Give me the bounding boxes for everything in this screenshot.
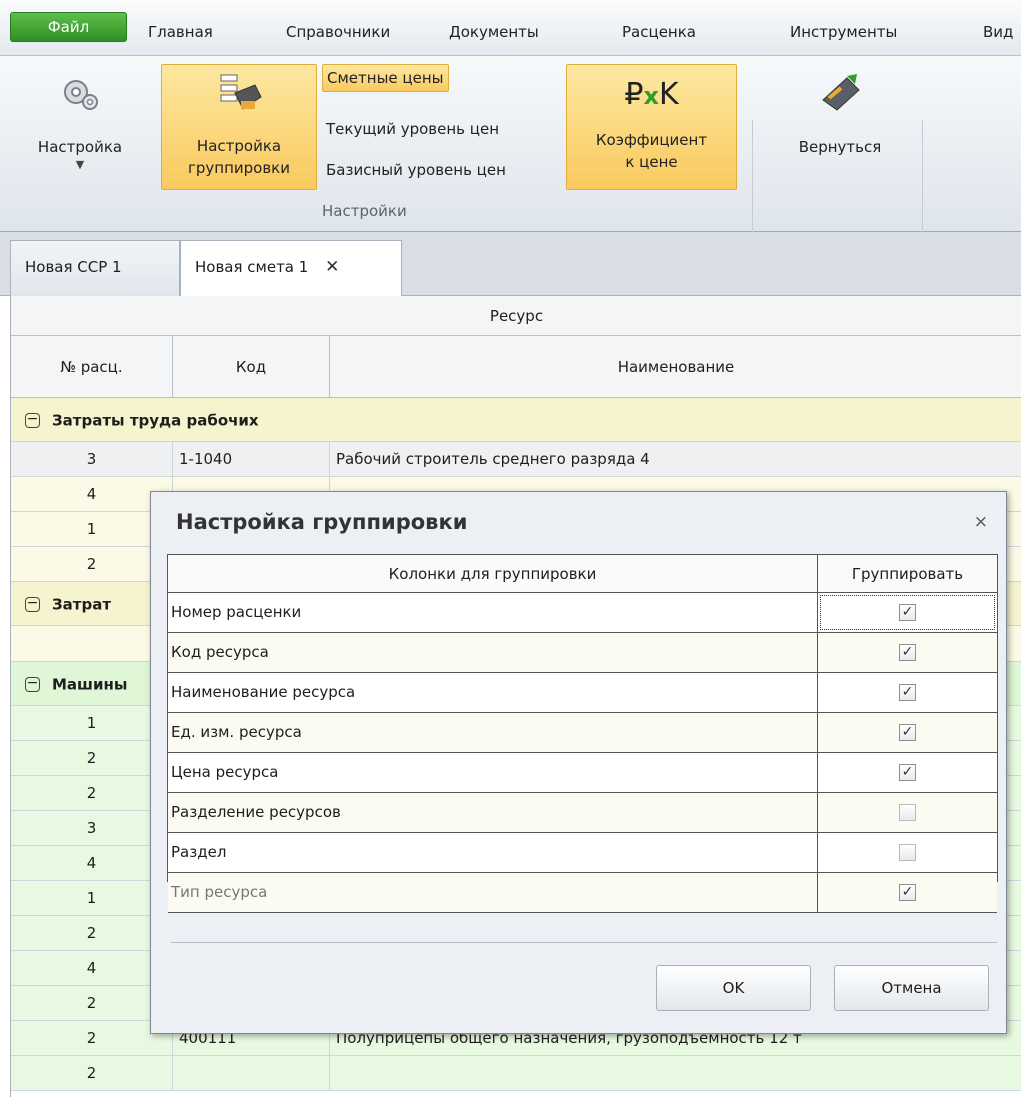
grouping-row[interactable]: Наименование ресурса ✓ <box>168 673 997 713</box>
tab-new-estimate-1[interactable]: Новая смета 1 ✕ <box>180 240 402 297</box>
base-price-level-button[interactable]: Базисный уровень цен <box>322 157 510 185</box>
close-icon[interactable]: ✕ <box>325 257 339 277</box>
group-checkbox[interactable]: ✓ <box>899 724 916 741</box>
tab-label: Новая смета 1 <box>195 258 309 276</box>
group-checkbox[interactable]: ✓ <box>899 604 916 621</box>
ok-button[interactable]: OK <box>656 965 811 1011</box>
menu-tools[interactable]: Инструменты <box>790 20 897 44</box>
gear-icon <box>64 80 98 110</box>
column-header-columns[interactable]: Колонки для группировки <box>168 555 818 593</box>
grouping-columns-table: Колонки для группировки Группировать Ном… <box>167 554 998 913</box>
table-row[interactable]: 3 1-1040 Рабочий строитель среднего разр… <box>11 442 1021 477</box>
coefficient-label-2: к цене <box>625 153 678 171</box>
grouping-row[interactable]: Номер расценки ✓ <box>168 593 997 633</box>
column-header-num[interactable]: № расц. <box>11 336 173 398</box>
document-tabs: Новая ССР 1 Новая смета 1 ✕ <box>0 232 1021 297</box>
grouping-settings-button[interactable]: Настройка группировки <box>161 64 317 190</box>
dialog-title: Настройка группировки <box>176 510 468 534</box>
column-header-code[interactable]: Код <box>173 336 330 398</box>
group-checkbox[interactable]: ✓ <box>899 764 916 781</box>
tab-label: Новая ССР 1 <box>25 258 122 276</box>
menu-home[interactable]: Главная <box>148 20 213 44</box>
menu-documents[interactable]: Документы <box>449 20 539 44</box>
menu-file[interactable]: Файл <box>10 12 127 42</box>
back-button[interactable]: Вернуться <box>770 64 910 190</box>
group-checkbox[interactable] <box>899 804 916 821</box>
dialog-separator <box>171 942 997 943</box>
grid-header-resource: Ресурс <box>11 296 1021 336</box>
back-label: Вернуться <box>798 138 882 156</box>
grouping-row[interactable]: Разделение ресурсов <box>168 793 997 833</box>
table-row[interactable]: 2 <box>11 1056 1021 1091</box>
ruble-coefficient-icon: ₽xK <box>624 77 679 112</box>
dialog-table-header: Колонки для группировки Группировать <box>168 555 997 593</box>
tab-new-ssr-1[interactable]: Новая ССР 1 <box>10 240 180 296</box>
grouping-label-1: Настройка <box>196 137 282 155</box>
dropdown-arrow-icon: ▼ <box>75 158 85 171</box>
ribbon-group-label: Настройки <box>322 202 407 220</box>
close-dialog-icon[interactable]: ⨯ <box>974 512 988 532</box>
coefficient-label-1: Коэффициент <box>595 131 708 149</box>
group-row-labor[interactable]: − Затраты труда рабочих <box>11 398 1021 442</box>
collapse-icon[interactable]: − <box>25 412 40 428</box>
group-checkbox[interactable]: ✓ <box>899 684 916 701</box>
cancel-button[interactable]: Отмена <box>834 965 989 1011</box>
settings-button[interactable]: Настройка ▼ <box>20 64 140 200</box>
column-header-group[interactable]: Группировать <box>818 555 997 593</box>
grouping-row[interactable]: Цена ресурса ✓ <box>168 753 997 793</box>
group-checkbox[interactable] <box>899 844 916 861</box>
collapse-icon[interactable]: − <box>25 596 40 612</box>
grouping-row[interactable]: Код ресурса ✓ <box>168 633 997 673</box>
group-checkbox[interactable]: ✓ <box>899 884 916 901</box>
grouping-label-2: группировки <box>188 159 290 177</box>
estimate-prices-button[interactable]: Сметные цены <box>322 64 449 92</box>
column-header-name[interactable]: Наименование <box>330 336 1021 398</box>
grouping-row[interactable]: Ед. изм. ресурса ✓ <box>168 713 997 753</box>
ribbon: Настройка ▼ Настройка группировки Сметны… <box>0 56 1021 288</box>
menu-view[interactable]: Вид <box>983 20 1013 44</box>
price-coefficient-button[interactable]: ₽xK Коэффициент к цене <box>566 64 737 190</box>
menu-pricing[interactable]: Расценка <box>622 20 696 44</box>
group-checkbox[interactable]: ✓ <box>899 644 916 661</box>
menu-bar: Файл Главная Справочники Документы Расце… <box>0 0 1021 56</box>
grouping-icon <box>220 74 262 110</box>
collapse-icon[interactable]: − <box>25 676 40 692</box>
menu-references[interactable]: Справочники <box>286 20 390 44</box>
grouping-row[interactable]: Раздел <box>168 833 997 873</box>
back-icon <box>822 74 860 111</box>
current-price-level-button[interactable]: Текущий уровень цен <box>322 116 503 144</box>
grouping-settings-dialog: Настройка группировки ⨯ Колонки для груп… <box>150 491 1007 1034</box>
grouping-row[interactable]: Тип ресурса ✓ <box>168 873 997 913</box>
grid-column-headers: № расц. Код Наименование <box>11 336 1021 398</box>
settings-label: Настройка <box>37 138 123 156</box>
